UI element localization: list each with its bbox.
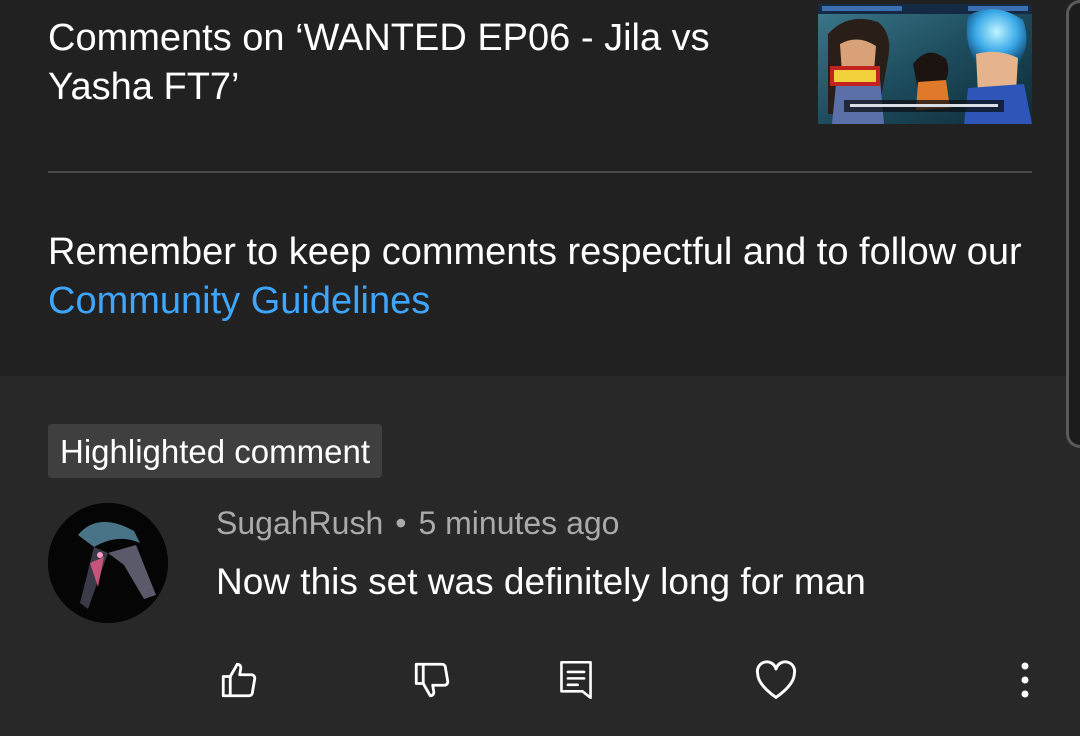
- more-options-button[interactable]: [997, 652, 1053, 708]
- video-thumbnail[interactable]: [818, 4, 1032, 124]
- avatar[interactable]: [48, 503, 168, 623]
- comments-screen: Comments on ‘WANTED EP06 - Jila vs Yasha…: [0, 0, 1080, 736]
- reply-button[interactable]: [548, 652, 604, 708]
- meta-separator: •: [395, 505, 407, 541]
- reply-icon: [560, 660, 592, 700]
- comment-author[interactable]: SugahRush: [216, 505, 383, 541]
- dislike-button[interactable]: [404, 652, 460, 708]
- thumbs-up-icon: [221, 662, 257, 698]
- guidelines-notice: Remember to keep comments respectful and…: [48, 228, 1038, 326]
- guidelines-text: Remember to keep comments respectful and…: [48, 231, 1022, 273]
- heart-icon: [755, 660, 797, 699]
- like-button[interactable]: [211, 652, 267, 708]
- more-vert-icon: [1021, 662, 1029, 698]
- comment-timestamp: 5 minutes ago: [418, 505, 620, 541]
- comments-title: Comments on ‘WANTED EP06 - Jila vs Yasha…: [48, 17, 710, 108]
- community-guidelines-link[interactable]: Community Guidelines: [48, 280, 430, 322]
- thumbs-down-icon: [414, 662, 450, 698]
- comment-meta: SugahRush • 5 minutes ago: [216, 500, 619, 546]
- highlighted-comment-badge: Highlighted comment: [48, 424, 382, 478]
- comments-header-section: Comments on ‘WANTED EP06 - Jila vs Yasha…: [0, 0, 1080, 376]
- scrollbar[interactable]: [1066, 0, 1080, 448]
- comment-text: Now this set was definitely long for man: [216, 561, 866, 602]
- heart-button[interactable]: [748, 652, 804, 708]
- header-divider: [48, 171, 1032, 173]
